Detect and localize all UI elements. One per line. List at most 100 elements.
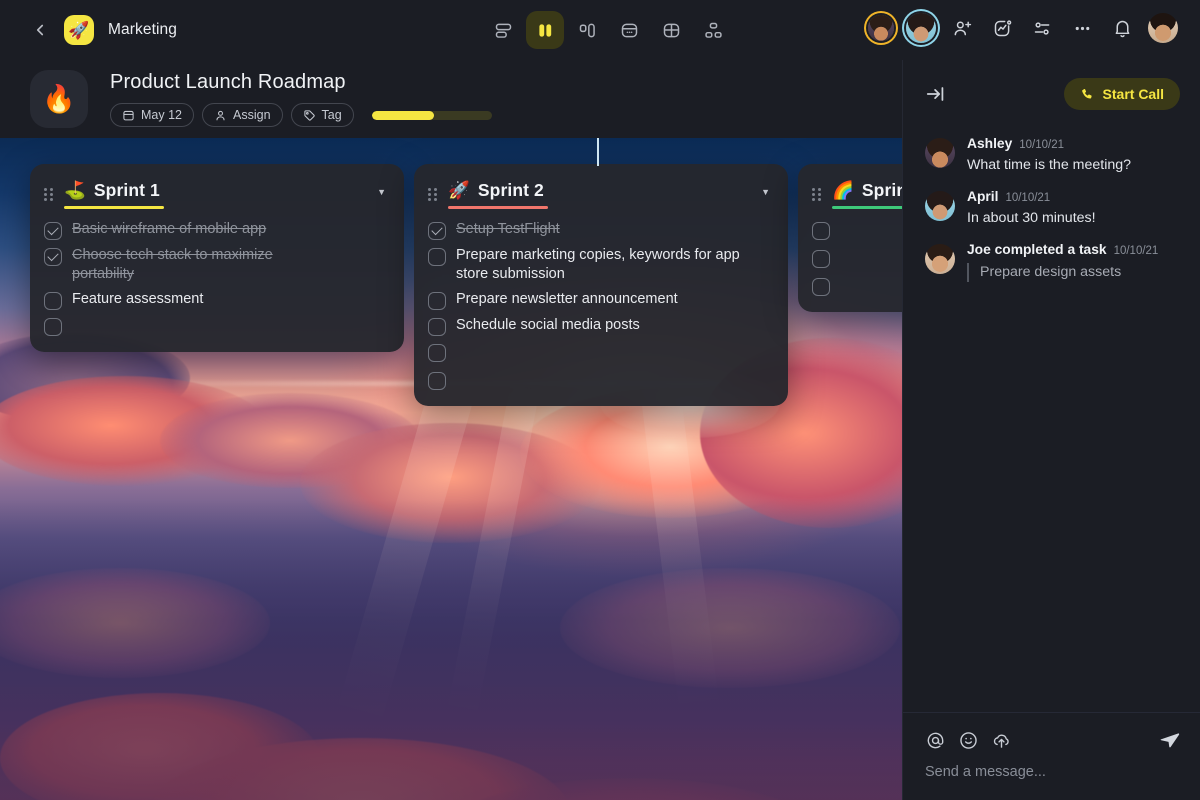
task-item-empty[interactable]	[428, 342, 770, 364]
task-item[interactable]: Feature assessment	[44, 290, 386, 310]
view-board-button[interactable]	[526, 11, 564, 49]
card-title-text: Sprint 3	[862, 180, 902, 201]
upload-icon	[991, 730, 1012, 751]
more-button[interactable]	[1068, 14, 1096, 42]
message-time: 10/10/21	[1114, 245, 1159, 257]
task-checkbox[interactable]	[428, 344, 446, 362]
due-date-label: May 12	[141, 108, 182, 122]
board-view-icon	[535, 20, 556, 41]
message-avatar[interactable]	[925, 138, 955, 168]
task-item[interactable]: Choose tech stack to maximize portabilit…	[44, 246, 386, 284]
back-button[interactable]	[30, 20, 50, 40]
task-item[interactable]: Prepare marketing copies, keywords for a…	[428, 246, 770, 284]
task-item-empty[interactable]	[44, 316, 386, 338]
project-progress-bar	[372, 111, 492, 120]
emoji-button[interactable]	[958, 730, 979, 751]
activity-button[interactable]	[988, 14, 1016, 42]
mention-icon	[925, 730, 946, 751]
start-call-button[interactable]: Start Call	[1064, 78, 1180, 110]
rocket-icon: 🚀	[448, 180, 470, 201]
drag-handle[interactable]	[44, 186, 54, 202]
task-checkbox[interactable]	[44, 222, 62, 240]
composer-icons	[925, 730, 1012, 751]
assign-chip[interactable]: Assign	[202, 103, 283, 127]
view-hierarchy-button[interactable]	[694, 11, 732, 49]
upload-button[interactable]	[991, 730, 1012, 751]
task-item[interactable]: Prepare newsletter announcement	[428, 290, 770, 310]
message-author: Ashley	[967, 136, 1012, 151]
card-title: 🌈 Sprint 3	[832, 180, 902, 205]
top-bar-right	[868, 13, 1178, 43]
card-title-wrap: 🌈 Sprint 3	[832, 180, 902, 209]
sprint-card[interactable]: 🚀 Sprint 2 ▼ Setup TestFlight Prepare ma…	[414, 164, 788, 406]
view-calendar-button[interactable]	[610, 11, 648, 49]
mention-button[interactable]	[925, 730, 946, 751]
message-avatar[interactable]	[925, 244, 955, 274]
sprint-card[interactable]: ⛳ Sprint 1 ▼ Basic wireframe of mobile a…	[30, 164, 404, 352]
workspace-emoji: 🚀	[68, 22, 89, 39]
task-checkbox[interactable]	[44, 292, 62, 310]
view-table-button[interactable]	[652, 11, 690, 49]
message-input[interactable]	[925, 764, 1181, 780]
send-button[interactable]	[1159, 729, 1181, 751]
task-checkbox[interactable]	[44, 248, 62, 266]
message-body: Joe completed a task 10/10/21 Prepare de…	[967, 242, 1182, 282]
top-bar-left: 🚀 Marketing	[0, 15, 177, 45]
project-emoji[interactable]: 🔥	[30, 70, 88, 128]
chevron-down-icon[interactable]: ▼	[761, 187, 770, 197]
add-member-button[interactable]	[948, 14, 976, 42]
task-label: Feature assessment	[72, 290, 203, 309]
filter-sliders-icon	[1032, 18, 1053, 39]
chevron-down-icon[interactable]: ▼	[377, 187, 386, 197]
card-title: 🚀 Sprint 2	[448, 180, 544, 205]
collapse-panel-icon	[925, 83, 947, 105]
message-header: April 10/10/21	[967, 189, 1182, 204]
card-header: 🌈 Sprint 3 ▼	[812, 180, 902, 209]
member-avatar-ashley[interactable]	[868, 15, 894, 41]
task-item[interactable]: Schedule social media posts	[428, 316, 770, 336]
sprint-card[interactable]: 🌈 Sprint 3 ▼	[798, 164, 902, 312]
drag-handle[interactable]	[428, 186, 438, 202]
list-view-icon	[493, 20, 514, 41]
task-checkbox[interactable]	[812, 222, 830, 240]
low-fog	[0, 500, 902, 800]
task-checkbox[interactable]	[428, 318, 446, 336]
view-split-button[interactable]	[568, 11, 606, 49]
page-title: Product Launch Roadmap	[110, 71, 492, 94]
chevron-left-icon	[31, 21, 49, 39]
due-date-chip[interactable]: May 12	[110, 103, 194, 127]
task-item-empty[interactable]	[812, 248, 902, 270]
task-list	[812, 220, 902, 298]
task-checkbox[interactable]	[44, 318, 62, 336]
task-item[interactable]: Basic wireframe of mobile app	[44, 220, 386, 240]
message-list: Ashley 10/10/21 What time is the meeting…	[903, 128, 1200, 282]
task-item[interactable]: Setup TestFlight	[428, 220, 770, 240]
task-label: Choose tech stack to maximize portabilit…	[72, 246, 307, 284]
project-progress-fill	[372, 111, 434, 120]
message-composer	[903, 712, 1200, 800]
view-list-button[interactable]	[484, 11, 522, 49]
current-user-avatar[interactable]	[1148, 13, 1178, 43]
task-checkbox[interactable]	[812, 278, 830, 296]
message-avatar[interactable]	[925, 191, 955, 221]
task-item-empty[interactable]	[428, 370, 770, 392]
notifications-button[interactable]	[1108, 14, 1136, 42]
workspace-logo[interactable]: 🚀	[64, 15, 94, 45]
task-item-empty[interactable]	[812, 276, 902, 298]
task-checkbox[interactable]	[428, 372, 446, 390]
task-item-empty[interactable]	[812, 220, 902, 242]
message-item: Ashley 10/10/21 What time is the meeting…	[925, 136, 1182, 175]
member-avatar-april[interactable]	[906, 13, 936, 43]
tag-chip[interactable]: Tag	[291, 103, 354, 127]
board-canvas[interactable]: ⛳ Sprint 1 ▼ Basic wireframe of mobile a…	[0, 138, 902, 800]
task-checkbox[interactable]	[428, 248, 446, 266]
task-checkbox[interactable]	[428, 292, 446, 310]
drag-handle[interactable]	[812, 186, 822, 202]
collapse-panel-button[interactable]	[925, 83, 947, 105]
task-checkbox[interactable]	[812, 250, 830, 268]
filter-button[interactable]	[1028, 14, 1056, 42]
task-checkbox[interactable]	[428, 222, 446, 240]
task-list: Basic wireframe of mobile app Choose tec…	[44, 220, 386, 338]
message-item: Joe completed a task 10/10/21 Prepare de…	[925, 242, 1182, 282]
message-text: What time is the meeting?	[967, 156, 1182, 175]
